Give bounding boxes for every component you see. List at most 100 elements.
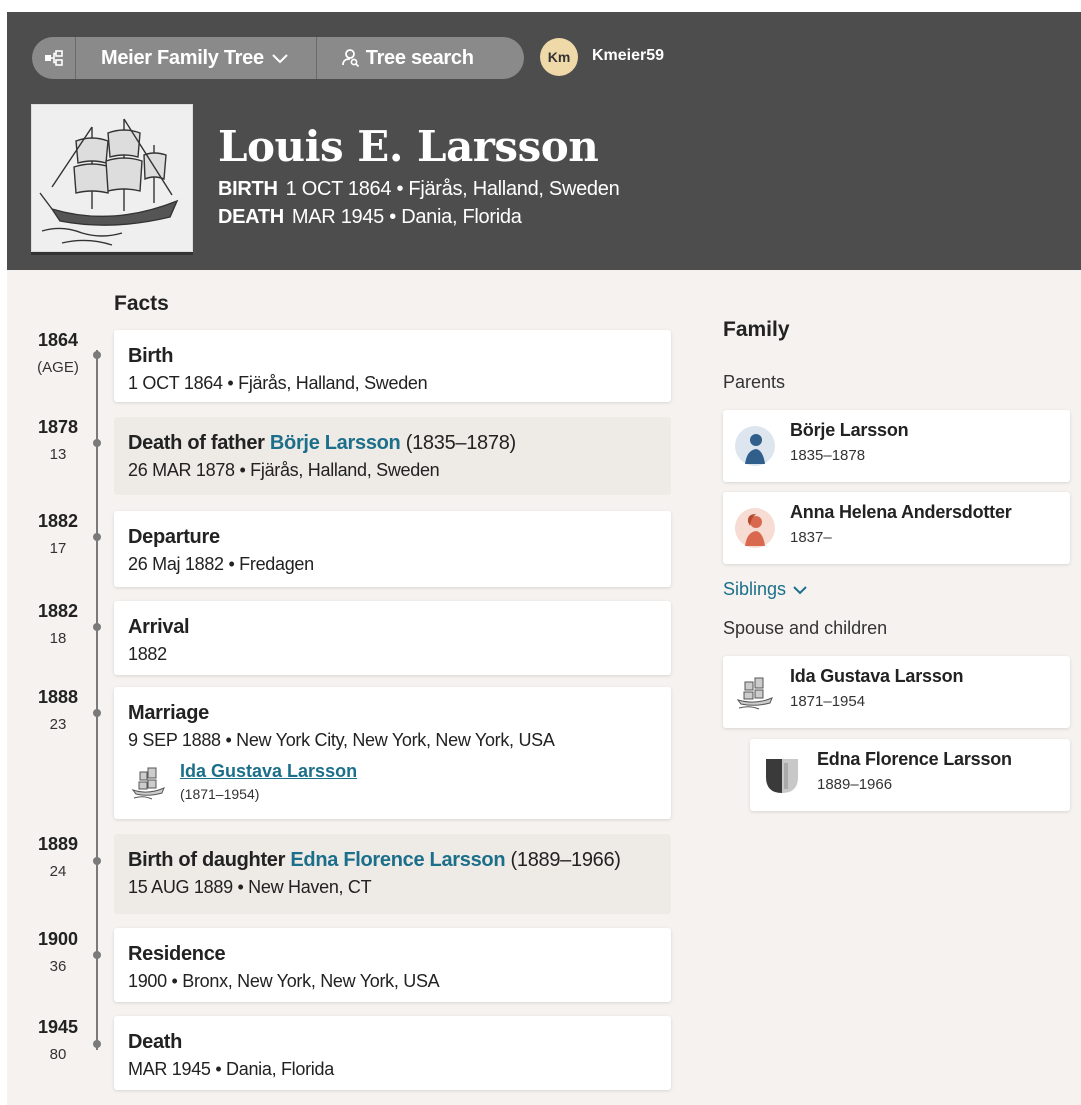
female-avatar-icon bbox=[735, 508, 775, 548]
spouse-name: Ida Gustava Larsson bbox=[790, 666, 964, 686]
tree-selector[interactable]: Meier Family Tree bbox=[76, 37, 317, 79]
fact-card-death[interactable]: Death MAR 1945 • Dania, Florida bbox=[114, 1016, 671, 1090]
parent-card-mother[interactable]: Anna Helena Andersdotter 1837– bbox=[723, 492, 1070, 564]
person-search-icon bbox=[341, 49, 359, 68]
fact-title: Departure bbox=[128, 526, 220, 548]
fact-card-arrival[interactable]: Arrival 1882 bbox=[114, 601, 671, 675]
user-avatar[interactable]: Km bbox=[540, 38, 578, 76]
parent-years: 1835–1878 bbox=[790, 447, 866, 464]
fact-detail: 1882 bbox=[128, 644, 167, 664]
parent-name: Börje Larsson bbox=[790, 420, 909, 440]
timeline-year: 1882 bbox=[37, 601, 79, 621]
timeline-year: 1882 bbox=[37, 511, 79, 531]
fact-title: Death of father Börje Larsson (1835–1878… bbox=[128, 432, 657, 455]
sailing-ship-icon bbox=[39, 118, 179, 246]
birth-summary: BIRTH 1 OCT 1864 • Fjärås, Halland, Swede… bbox=[218, 178, 620, 201]
timeline-age: 24 bbox=[49, 863, 67, 880]
parents-label: Parents bbox=[723, 372, 786, 392]
father-link[interactable]: Börje Larsson bbox=[270, 432, 401, 454]
fact-card-residence[interactable]: Residence 1900 • Bronx, New York, New Yo… bbox=[114, 928, 671, 1002]
fact-title-prefix: Birth of daughter bbox=[128, 849, 286, 871]
child-name: Edna Florence Larsson bbox=[817, 749, 1012, 769]
timeline-dot bbox=[93, 439, 101, 447]
timeline-year: 1888 bbox=[37, 687, 79, 707]
death-summary: DEATH MAR 1945 • Dania, Florida bbox=[218, 206, 522, 229]
spouse-years: 1871–1954 bbox=[790, 693, 866, 710]
timeline-dot bbox=[93, 709, 101, 717]
fact-detail: 26 Maj 1882 • Fredagen bbox=[128, 554, 314, 574]
fact-title: Arrival bbox=[128, 616, 190, 638]
fact-card-death-of-father[interactable]: Death of father Börje Larsson (1835–1878… bbox=[114, 417, 671, 495]
timeline-year: 1900 bbox=[37, 929, 79, 949]
timeline-age: 23 bbox=[49, 716, 67, 733]
fact-title: Birth of daughter Edna Florence Larsson … bbox=[128, 849, 657, 872]
fact-title: Birth bbox=[128, 345, 174, 367]
spouse-link[interactable]: Ida Gustava Larsson bbox=[180, 761, 357, 782]
death-value: MAR 1945 • Dania, Florida bbox=[291, 206, 522, 228]
male-avatar-icon bbox=[735, 426, 775, 466]
fact-title-prefix: Death of father bbox=[128, 432, 265, 454]
timeline-year: 1889 bbox=[37, 834, 79, 854]
fact-card-birth-of-daughter[interactable]: Birth of daughter Edna Florence Larsson … bbox=[114, 834, 671, 914]
fact-card-birth[interactable]: Birth 1 OCT 1864 • Fjärås, Halland, Swed… bbox=[114, 330, 671, 402]
main-content: Facts 1864 (AGE) 1878 13 1882 17 1882 18… bbox=[7, 270, 1081, 1105]
fact-card-departure[interactable]: Departure 26 Maj 1882 • Fredagen bbox=[114, 511, 671, 587]
fact-detail: MAR 1945 • Dania, Florida bbox=[128, 1059, 334, 1079]
parent-name: Anna Helena Andersdotter bbox=[790, 502, 1012, 522]
timeline-age: 80 bbox=[49, 1046, 67, 1063]
fact-card-marriage[interactable]: Marriage 9 SEP 1888 • New York City, New… bbox=[114, 687, 671, 819]
fact-detail: 26 MAR 1878 • Fjärås, Halland, Sweden bbox=[128, 460, 440, 480]
tree-name: Meier Family Tree bbox=[101, 46, 264, 69]
timeline-age: 18 bbox=[49, 630, 67, 647]
birth-value: 1 OCT 1864 • Fjärås, Halland, Sweden bbox=[285, 178, 620, 200]
tree-nav-pill: Meier Family Tree Tree search bbox=[32, 37, 524, 79]
chevron-down-icon bbox=[793, 586, 807, 595]
timeline-age: (AGE) bbox=[37, 359, 79, 376]
birth-label: BIRTH bbox=[218, 178, 278, 200]
fact-detail: 1900 • Bronx, New York, New York, USA bbox=[128, 971, 440, 991]
fact-detail: 9 SEP 1888 • New York City, New York, Ne… bbox=[128, 730, 555, 750]
parent-card-father[interactable]: Börje Larsson 1835–1878 bbox=[723, 410, 1070, 482]
fact-title: Residence bbox=[128, 943, 226, 965]
spouse-children-label: Spouse and children bbox=[723, 618, 888, 638]
timeline-age: 17 bbox=[49, 540, 67, 557]
siblings-toggle[interactable]: Siblings bbox=[723, 579, 807, 600]
timeline-dot bbox=[93, 623, 101, 631]
timeline-year: 1878 bbox=[37, 417, 79, 437]
spouse-entry: Ida Gustava Larsson (1871–1954) bbox=[128, 761, 657, 802]
timeline-age: 13 bbox=[49, 446, 67, 463]
timeline-age: 36 bbox=[49, 958, 67, 975]
fact-detail: 1 OCT 1864 • Fjärås, Halland, Sweden bbox=[128, 373, 428, 393]
child-photo-icon bbox=[766, 759, 798, 793]
tree-search-button[interactable]: Tree search bbox=[317, 37, 474, 79]
child-years: 1889–1966 bbox=[817, 776, 893, 793]
timeline-year: 1864 bbox=[37, 330, 79, 350]
fact-detail: 15 AUG 1889 • New Haven, CT bbox=[128, 877, 372, 897]
sailing-ship-icon bbox=[131, 767, 165, 799]
timeline-dot bbox=[93, 351, 101, 359]
timeline-line bbox=[96, 350, 98, 1050]
parent-years: 1837– bbox=[790, 529, 832, 546]
family-heading: Family bbox=[723, 318, 790, 341]
death-label: DEATH bbox=[218, 206, 284, 228]
siblings-label: Siblings bbox=[723, 579, 787, 599]
daughter-dates: (1889–1966) bbox=[510, 849, 621, 871]
spouse-card[interactable]: Ida Gustava Larsson 1871–1954 bbox=[723, 656, 1070, 728]
timeline-dot bbox=[93, 1040, 101, 1048]
person-name: Louis E. Larsson bbox=[218, 122, 599, 171]
sailing-ship-icon bbox=[736, 677, 773, 710]
daughter-link[interactable]: Edna Florence Larsson bbox=[290, 849, 505, 871]
tree-view-icon[interactable] bbox=[32, 37, 76, 79]
timeline-dot bbox=[93, 857, 101, 865]
timeline-year: 1945 bbox=[37, 1017, 79, 1037]
timeline-dot bbox=[93, 533, 101, 541]
person-header: Meier Family Tree Tree search Km Kmeier5… bbox=[7, 12, 1081, 270]
fact-title: Marriage bbox=[128, 702, 209, 724]
spouse-years: (1871–1954) bbox=[180, 786, 260, 802]
fact-title: Death bbox=[128, 1031, 183, 1053]
tree-search-label: Tree search bbox=[365, 46, 474, 69]
username[interactable]: Kmeier59 bbox=[592, 47, 664, 65]
child-card[interactable]: Edna Florence Larsson 1889–1966 bbox=[750, 739, 1070, 811]
profile-photo[interactable] bbox=[31, 104, 193, 252]
father-dates: (1835–1878) bbox=[405, 432, 516, 454]
